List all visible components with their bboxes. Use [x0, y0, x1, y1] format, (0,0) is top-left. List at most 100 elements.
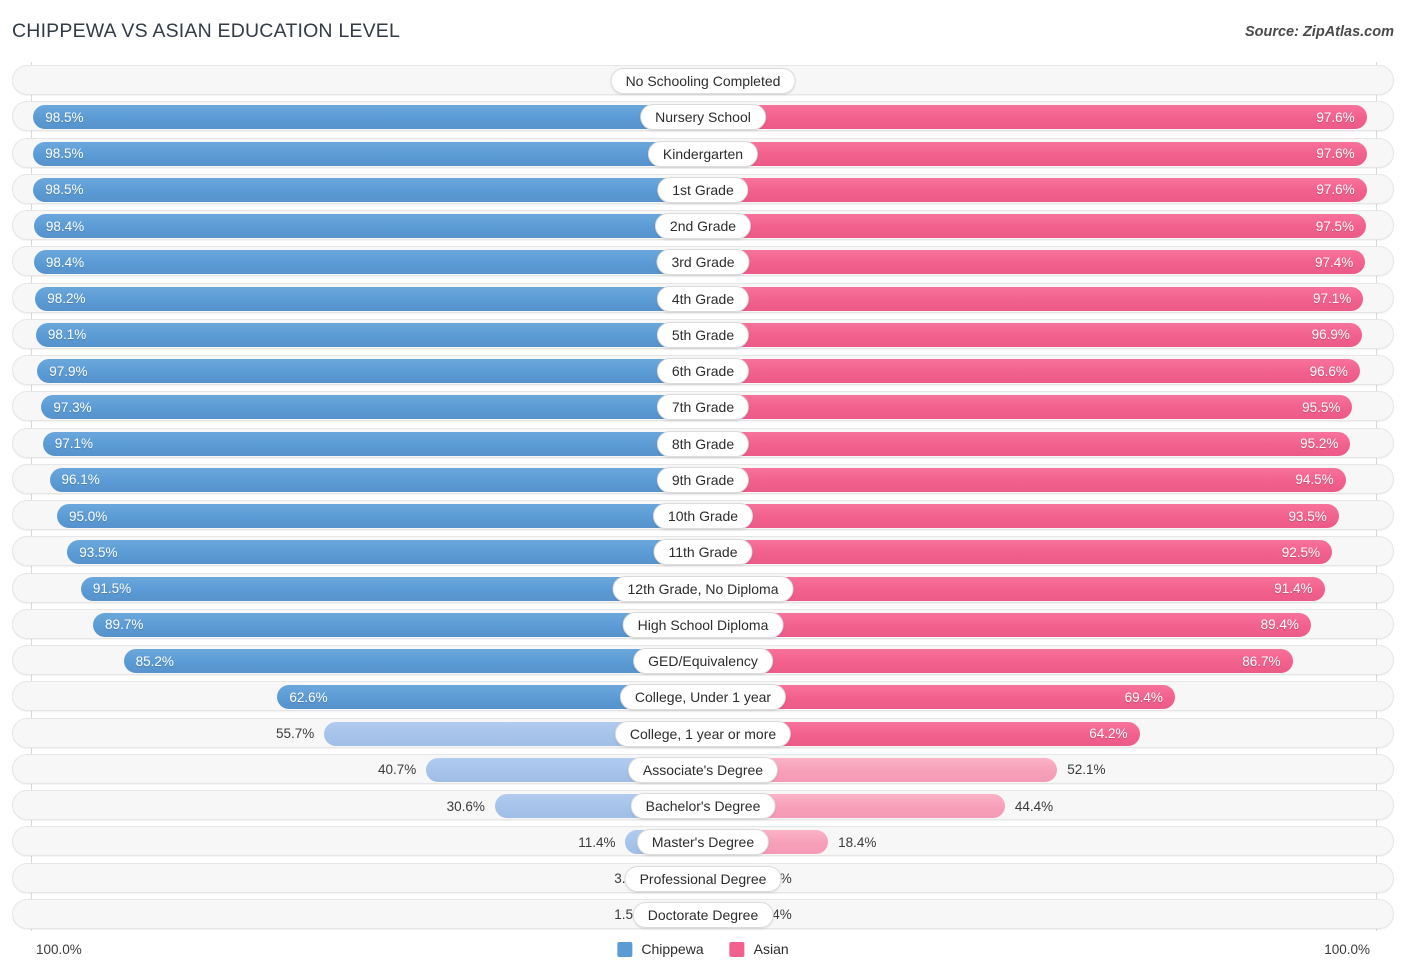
bar-asian[interactable]: 92.5% [703, 540, 1332, 565]
bar-asian[interactable]: 97.6% [703, 105, 1367, 130]
bar-chippewa[interactable]: 97.3% [41, 395, 703, 420]
bar-asian[interactable]: 96.9% [703, 322, 1362, 347]
chart-row: 30.6% 44.4% Bachelor's Degree [12, 790, 1394, 821]
bar-chippewa[interactable]: 95.0% [57, 504, 703, 529]
bar-value-label: 97.9% [49, 363, 88, 379]
bar-value-label: 96.6% [1309, 363, 1348, 379]
bar-value-label: 92.5% [1281, 544, 1320, 560]
bar-asian[interactable]: 91.4% [703, 576, 1325, 601]
bar-chippewa[interactable]: 98.5% [33, 141, 703, 166]
chart-page: CHIPPEWA VS ASIAN EDUCATION LEVEL Source… [0, 0, 1406, 975]
bar-value-label: 95.2% [1300, 436, 1339, 452]
bar-value-label: 97.6% [1316, 109, 1355, 125]
bar-chippewa[interactable]: 98.4% [33, 214, 703, 239]
chart-row: 91.5% 91.4% 12th Grade, No Diploma [12, 572, 1394, 603]
bar-chippewa[interactable]: 98.2% [35, 286, 703, 311]
bar-asian[interactable]: 97.6% [703, 141, 1367, 166]
category-label: 4th Grade [656, 285, 750, 312]
chart-row: 98.2% 97.1% 4th Grade [12, 282, 1394, 313]
chart-row: 55.7% 64.2% College, 1 year or more [12, 717, 1394, 748]
legend-swatch-icon [617, 941, 633, 957]
chart-row: 11.4% 18.4% Master's Degree [12, 826, 1394, 857]
bar-chippewa[interactable]: 93.5% [67, 540, 703, 565]
chart-row: 40.7% 52.1% Associate's Degree [12, 753, 1394, 784]
bar-asian[interactable]: 96.6% [703, 359, 1360, 384]
bar-value-label: 97.4% [1315, 254, 1354, 270]
bar-chippewa[interactable]: 97.9% [37, 359, 703, 384]
bar-asian[interactable]: 97.5% [703, 214, 1366, 239]
bar-asian[interactable]: 89.4% [703, 612, 1311, 637]
bar-value-label: 85.2% [135, 653, 174, 669]
bar-chippewa[interactable]: 91.5% [80, 576, 703, 601]
bar-value-label: 91.4% [1274, 581, 1313, 597]
category-label: 9th Grade [656, 466, 750, 493]
bar-value-label: 93.5% [1288, 508, 1327, 524]
page-title: CHIPPEWA VS ASIAN EDUCATION LEVEL [12, 20, 401, 42]
bar-value-label: 40.7% [377, 762, 417, 778]
bar-value-label: 98.4% [45, 254, 85, 270]
bar-chippewa[interactable]: 98.1% [35, 322, 703, 347]
bar-value-label: 97.3% [53, 399, 92, 415]
bar-asian[interactable]: 95.5% [703, 395, 1353, 420]
bar-asian[interactable]: 86.7% [703, 649, 1293, 674]
chart-row: 3.5% 5.5%Professional Degree [12, 862, 1394, 894]
category-label: Associate's Degree [627, 756, 779, 783]
category-label: No Schooling Completed [610, 68, 796, 94]
bar-value-label: 1.5% [614, 907, 645, 923]
category-label: Bachelor's Degree [630, 793, 776, 820]
chart-row: 97.3% 95.5% 7th Grade [12, 391, 1394, 422]
bar-value-label: 44.4% [1014, 798, 1054, 814]
chart-footer: 100.0% 100.0% Chippewa Asian [0, 937, 1406, 975]
category-label: 5th Grade [656, 321, 750, 348]
category-label: 10th Grade [652, 503, 754, 530]
bar-chippewa[interactable]: 96.1% [49, 467, 703, 492]
bar-value-label: 52.1% [1067, 762, 1106, 778]
bar-asian[interactable]: 95.2% [703, 431, 1351, 456]
category-label: Professional Degree [624, 865, 782, 892]
chart-row: 98.4% 97.4% 3rd Grade [12, 246, 1394, 277]
legend-item-asian[interactable]: Asian [729, 941, 789, 957]
chart-row: 89.7% 89.4% High School Diploma [12, 608, 1394, 639]
bar-value-label: 98.5% [45, 146, 84, 162]
chart-row: 98.5% 97.6% Nursery School [12, 101, 1394, 132]
bar-value-label: 2.4% [753, 66, 1393, 96]
bar-value-label: 69.4% [1124, 689, 1163, 705]
diverging-bar-chart: 1.6%2.4%No Schooling Completed98.5%97.6%… [0, 62, 1406, 937]
bar-value-label: 98.4% [45, 218, 85, 234]
bar-asian[interactable]: 97.1% [703, 286, 1364, 311]
bar-chippewa[interactable]: 98.4% [33, 250, 703, 275]
bar-chippewa[interactable]: 98.5% [33, 177, 703, 202]
bar-chippewa[interactable]: 98.5% [33, 105, 703, 130]
category-label: 11th Grade [653, 539, 753, 566]
chart-row: 85.2% 86.7% GED/Equivalency [12, 645, 1394, 676]
category-label: Doctorate Degree [632, 901, 774, 928]
axis-max-left: 100.0% [36, 942, 82, 957]
axis-max-right: 100.0% [1324, 942, 1370, 957]
bar-value-label: 91.5% [92, 581, 132, 597]
bar-value-label: 93.5% [79, 544, 118, 560]
chart-row: 62.6% 69.4% College, Under 1 year [12, 681, 1394, 712]
category-label: GED/Equivalency [633, 648, 773, 675]
bar-value-label: 18.4% [838, 834, 877, 850]
bar-asian[interactable]: 93.5% [703, 504, 1339, 529]
chart-row: 1.5% 2.4% Doctorate Degree [12, 898, 1394, 929]
bar-chippewa[interactable]: 89.7% [93, 612, 703, 637]
category-label: High School Diploma [622, 611, 784, 638]
bar-value-label: 3.5% [13, 864, 653, 894]
category-label: College, Under 1 year [619, 684, 787, 711]
legend-label: Asian [753, 941, 789, 957]
bar-asian[interactable]: 94.5% [703, 467, 1346, 492]
bar-chippewa[interactable]: 85.2% [123, 649, 703, 674]
chart-row: 98.4% 97.5% 2nd Grade [12, 210, 1394, 241]
category-label: 12th Grade, No Diploma [612, 575, 794, 602]
bar-value-label: 98.1% [47, 327, 87, 343]
page-header: CHIPPEWA VS ASIAN EDUCATION LEVEL Source… [0, 0, 1406, 60]
bar-value-label: 2.4% [761, 907, 792, 923]
bar-asian[interactable]: 97.4% [703, 250, 1366, 275]
bar-asian[interactable]: 97.6% [703, 177, 1367, 202]
category-label: Kindergarten [647, 140, 759, 167]
chart-row: 98.5% 97.6% Kindergarten [12, 137, 1394, 168]
legend-item-chippewa[interactable]: Chippewa [617, 941, 704, 957]
bar-chippewa[interactable]: 97.1% [42, 431, 703, 456]
chart-row: 1.6% 2.4%No Schooling Completed [12, 65, 1394, 95]
